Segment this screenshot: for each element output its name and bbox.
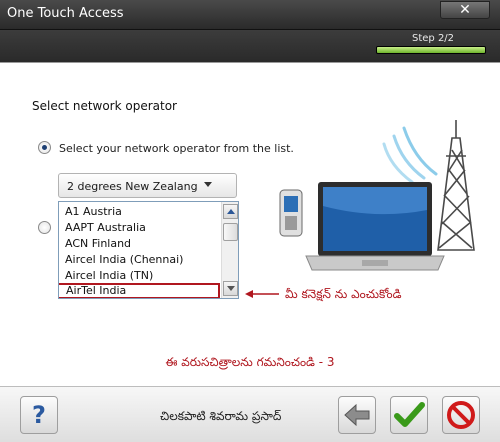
cancel-icon bbox=[447, 401, 475, 429]
left-arrow-icon bbox=[245, 290, 279, 298]
footer-bar: ? చిలకపాటి శివరామ ప్రసాద్ bbox=[0, 386, 500, 442]
radio-select-from-list-label: Select your network operator from the li… bbox=[59, 142, 294, 155]
list-item[interactable]: A1 Austria bbox=[65, 204, 122, 220]
title-bar: One Touch Access ✕ bbox=[0, 0, 500, 30]
annotation-choose-connection: మీ కనెక్షన్ ను ఎంచుకోండి bbox=[285, 287, 402, 301]
ok-button[interactable] bbox=[390, 396, 428, 434]
caption-series: ఈ వరుసచిత్రాలను గమనించండి - 3 bbox=[165, 355, 335, 369]
window-title: One Touch Access bbox=[7, 6, 124, 21]
close-icon: ✕ bbox=[459, 2, 471, 18]
author-credit: చిలకపాటి శివరామ ప్రసాద్ bbox=[160, 409, 282, 423]
wireless-signal-icon bbox=[382, 126, 438, 184]
scroll-down-icon bbox=[227, 286, 235, 291]
help-button[interactable]: ? bbox=[20, 396, 58, 434]
radio-selected-icon bbox=[42, 145, 47, 150]
list-item[interactable]: Aircel India (Chennai) bbox=[65, 252, 183, 268]
list-item[interactable]: Aircel India (TN) bbox=[65, 268, 153, 284]
step-progress-fill bbox=[377, 47, 485, 53]
chevron-down-icon bbox=[204, 182, 212, 187]
cell-tower-icon bbox=[437, 120, 475, 251]
back-button[interactable] bbox=[338, 396, 376, 434]
radio-other-option[interactable] bbox=[38, 221, 51, 234]
close-button[interactable]: ✕ bbox=[440, 1, 490, 19]
help-icon: ? bbox=[32, 401, 46, 429]
step-progress-bar bbox=[376, 46, 486, 54]
back-arrow-icon bbox=[344, 403, 370, 427]
scroll-up-button[interactable] bbox=[223, 204, 238, 219]
operator-dropdown-value: 2 degrees New Zealang bbox=[67, 180, 198, 193]
scroll-thumb[interactable] bbox=[223, 223, 238, 241]
step-label: Step 2/2 bbox=[412, 33, 455, 44]
checkmark-icon bbox=[394, 402, 425, 427]
list-item-selected[interactable]: AirTel India bbox=[59, 283, 220, 298]
cancel-button[interactable] bbox=[442, 396, 480, 434]
scroll-down-button[interactable] bbox=[223, 281, 238, 296]
listbox-scrollbar[interactable] bbox=[221, 202, 238, 298]
mobile-phone-icon bbox=[279, 189, 303, 237]
laptop-icon bbox=[305, 182, 445, 271]
radio-select-from-list[interactable] bbox=[38, 141, 51, 154]
list-item[interactable]: ACN Finland bbox=[65, 236, 131, 252]
scroll-up-icon bbox=[227, 209, 235, 214]
list-item[interactable]: AAPT Australia bbox=[65, 220, 146, 236]
step-bar: Step 2/2 bbox=[0, 30, 500, 63]
page-heading: Select network operator bbox=[32, 99, 177, 113]
operator-dropdown[interactable]: 2 degrees New Zealang bbox=[58, 173, 237, 198]
connection-illustration bbox=[279, 120, 475, 271]
operator-listbox[interactable]: A1 Austria AAPT Australia ACN Finland Ai… bbox=[58, 201, 239, 299]
